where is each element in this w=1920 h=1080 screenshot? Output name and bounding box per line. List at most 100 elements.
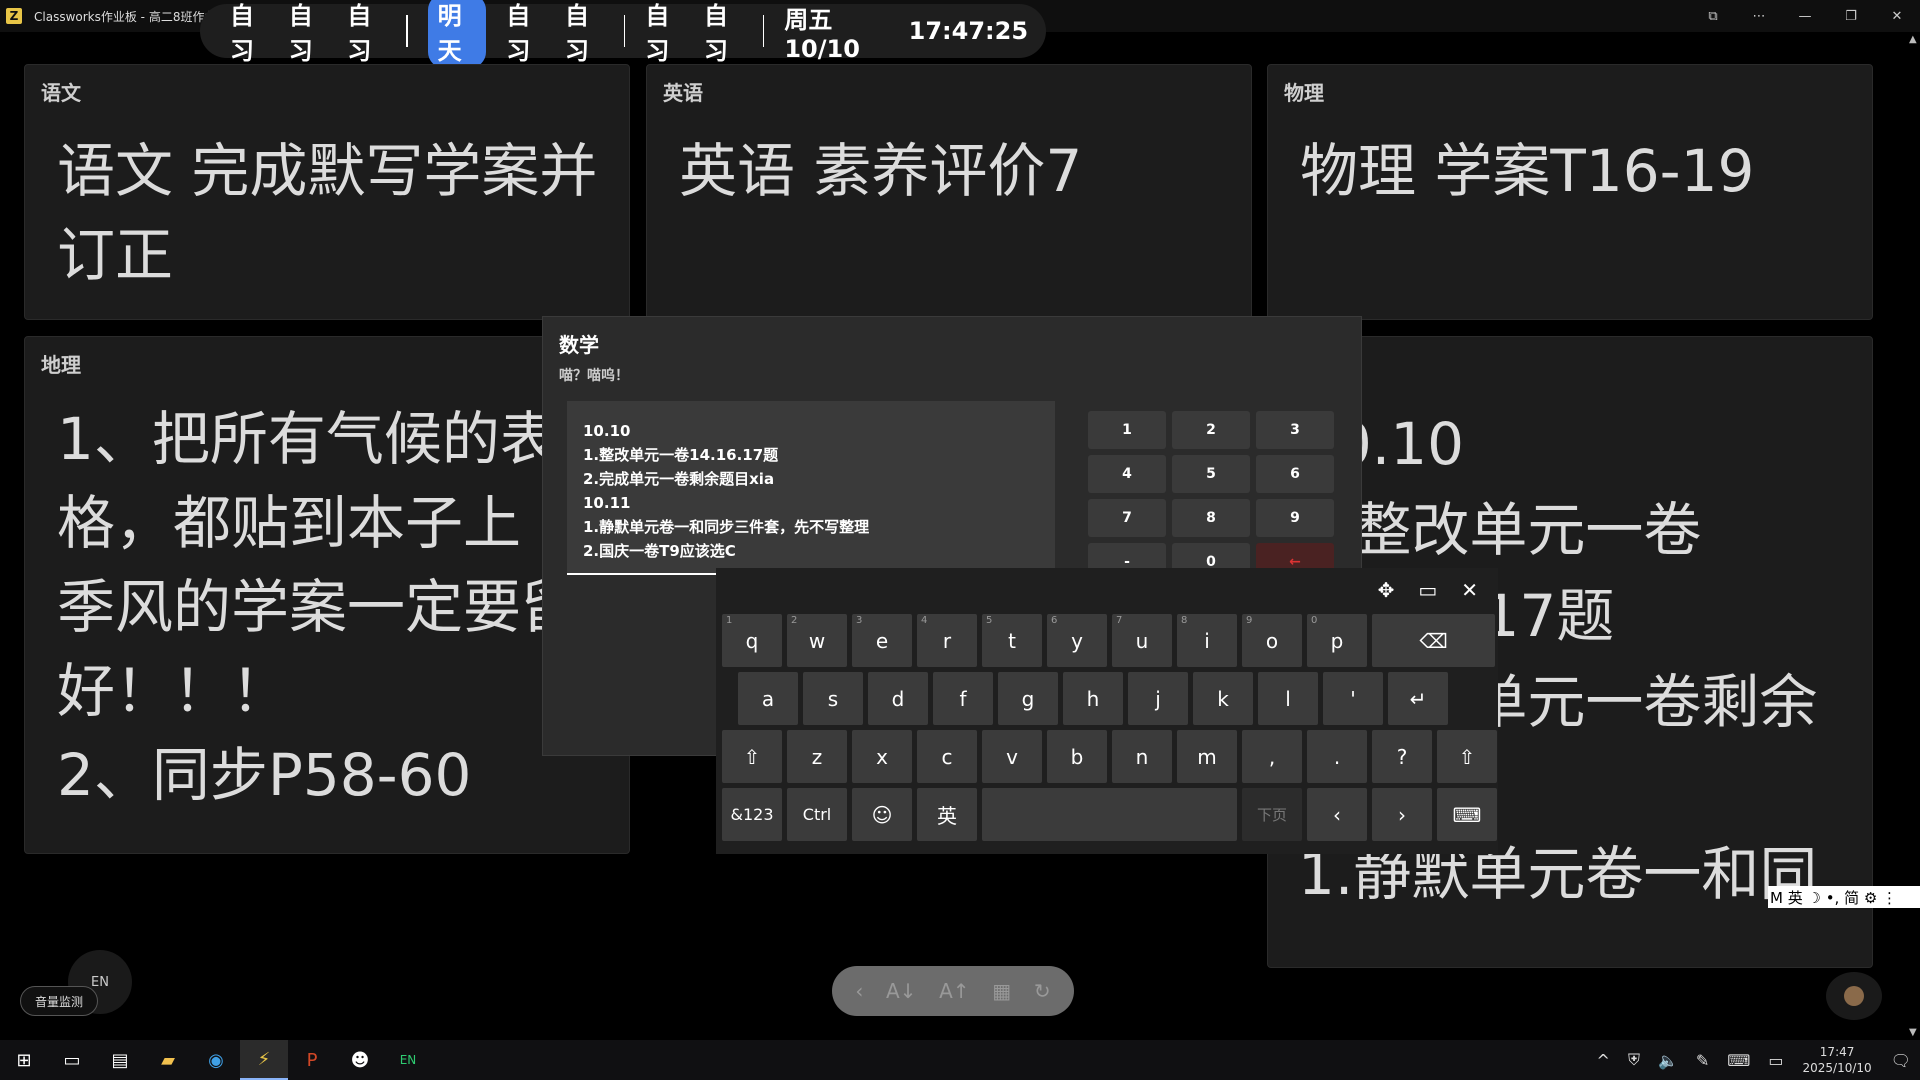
letter-key[interactable]: ' bbox=[1323, 672, 1383, 725]
homework-textarea[interactable]: 10.10 1.整改单元一卷14.16.17题 2.完成单元一卷剩余题目xia … bbox=[567, 401, 1055, 575]
taskbar-clock[interactable]: 17:47 2025/10/10 bbox=[1803, 1044, 1872, 1076]
letter-key[interactable]: k bbox=[1193, 672, 1253, 725]
letter-key[interactable]: 6y bbox=[1047, 614, 1107, 667]
chevron-up-icon[interactable]: ^ bbox=[1597, 1051, 1610, 1070]
numpad-key[interactable]: 4 bbox=[1088, 455, 1166, 493]
letter-key[interactable]: j bbox=[1128, 672, 1188, 725]
scroll-down-icon[interactable]: ▼ bbox=[1909, 1027, 1917, 1038]
numpad-key[interactable]: 3 bbox=[1256, 411, 1334, 449]
key-label: ⇧ bbox=[743, 744, 761, 769]
numpad-key[interactable]: 6 bbox=[1256, 455, 1334, 493]
shift-icon[interactable]: ⇧ bbox=[1437, 730, 1497, 783]
letter-key[interactable]: b bbox=[1047, 730, 1107, 783]
key-label: ' bbox=[1350, 686, 1356, 711]
ctrl-key[interactable]: Ctrl bbox=[787, 788, 847, 841]
qq-icon[interactable]: ☻ bbox=[336, 1040, 384, 1080]
scrollbar[interactable]: ▲ ▼ bbox=[1906, 32, 1920, 1040]
letter-key[interactable]: h bbox=[1063, 672, 1123, 725]
ime-status-bar[interactable]: M 英 ☽ •, 简 ⚙ ⋮ bbox=[1768, 886, 1920, 908]
notification-icon[interactable]: 🗨 bbox=[1891, 1051, 1911, 1070]
start-icon[interactable]: ⊞ bbox=[0, 1040, 48, 1080]
powerpoint-icon[interactable]: P bbox=[288, 1040, 336, 1080]
layout-icon[interactable]: ▭ bbox=[1418, 578, 1437, 602]
letter-key[interactable]: 0p bbox=[1307, 614, 1367, 667]
letter-key[interactable]: f bbox=[933, 672, 993, 725]
letter-key[interactable]: a bbox=[738, 672, 798, 725]
display-icon[interactable]: ▭ bbox=[1768, 1051, 1783, 1070]
symbols-key[interactable]: &123 bbox=[722, 788, 782, 841]
letter-key[interactable]: z bbox=[787, 730, 847, 783]
right-arrow-icon[interactable]: › bbox=[1372, 788, 1432, 841]
homework-card-geography[interactable]: 地理 1、把所有气候的表格，都贴到本子上 季风的学案一定要留好！！！ 2、同步P… bbox=[24, 336, 630, 854]
backspace-icon[interactable]: ⌫ bbox=[1372, 614, 1495, 667]
letter-key[interactable]: 1q bbox=[722, 614, 782, 667]
letter-key[interactable]: 9o bbox=[1242, 614, 1302, 667]
space-key[interactable] bbox=[982, 788, 1237, 841]
homework-card-english[interactable]: 英语 英语 素养评价7 bbox=[646, 64, 1252, 320]
classworks-icon[interactable]: ⚡ bbox=[240, 1040, 288, 1080]
homework-card-physics[interactable]: 物理 物理 学案T16-19 bbox=[1267, 64, 1873, 320]
card-content: 语文 完成默写学案并订正 bbox=[57, 137, 598, 289]
keyboard-icon[interactable]: ⌨ bbox=[1437, 788, 1497, 841]
close-button[interactable]: ✕ bbox=[1874, 0, 1920, 32]
avatar[interactable] bbox=[1826, 972, 1882, 1020]
volume-icon[interactable]: 🔈 bbox=[1658, 1051, 1678, 1070]
letter-key[interactable]: l bbox=[1258, 672, 1318, 725]
numpad-key[interactable]: 5 bbox=[1172, 455, 1250, 493]
letter-key[interactable]: 7u bbox=[1112, 614, 1172, 667]
font-decrease-icon[interactable]: A↓ bbox=[886, 979, 916, 1003]
homework-card-chinese[interactable]: 语文 语文 完成默写学案并订正 bbox=[24, 64, 630, 320]
language-key[interactable]: 英 bbox=[917, 788, 977, 841]
letter-key[interactable]: . bbox=[1307, 730, 1367, 783]
emoji-icon[interactable]: ☺ bbox=[852, 788, 912, 841]
letter-key[interactable]: c bbox=[917, 730, 977, 783]
numpad-key[interactable]: 7 bbox=[1088, 499, 1166, 537]
letter-key[interactable]: x bbox=[852, 730, 912, 783]
app-icon[interactable]: ▤ bbox=[96, 1040, 144, 1080]
security-icon[interactable]: ⛨ bbox=[1628, 1050, 1640, 1070]
letter-key[interactable]: 3e bbox=[852, 614, 912, 667]
shift-icon[interactable]: ⇧ bbox=[722, 730, 782, 783]
scroll-up-icon[interactable]: ▲ bbox=[1909, 34, 1917, 45]
folder-icon[interactable]: ▰ bbox=[144, 1040, 192, 1080]
letter-key[interactable]: 5t bbox=[982, 614, 1042, 667]
move-icon[interactable]: ✥ bbox=[1378, 578, 1395, 602]
numpad-key[interactable]: 8 bbox=[1172, 499, 1250, 537]
more-icon[interactable]: ⋯ bbox=[1736, 0, 1782, 32]
left-arrow-icon[interactable]: ‹ bbox=[1307, 788, 1367, 841]
refresh-icon[interactable]: ↻ bbox=[1034, 979, 1051, 1003]
letter-key[interactable]: g bbox=[998, 672, 1058, 725]
keyboard-tray-icon[interactable]: ⌨ bbox=[1727, 1051, 1750, 1070]
key-label: u bbox=[1135, 628, 1149, 653]
letter-key[interactable]: v bbox=[982, 730, 1042, 783]
key-label: g bbox=[1021, 686, 1035, 711]
pen-icon[interactable]: ✎ bbox=[1696, 1051, 1709, 1070]
en-app-icon[interactable]: EN bbox=[384, 1040, 432, 1080]
close-icon[interactable]: ✕ bbox=[1461, 578, 1478, 602]
edge-icon[interactable]: ◉ bbox=[192, 1040, 240, 1080]
back-icon[interactable]: ‹ bbox=[855, 979, 863, 1003]
letter-key[interactable]: m bbox=[1177, 730, 1237, 783]
volume-monitor-button[interactable]: 音量监测 bbox=[20, 986, 98, 1016]
enter-icon[interactable]: ↵ bbox=[1388, 672, 1448, 725]
font-increase-icon[interactable]: A↑ bbox=[939, 979, 969, 1003]
numpad-key[interactable]: 1 bbox=[1088, 411, 1166, 449]
letter-key[interactable]: 4r bbox=[917, 614, 977, 667]
numpad-key[interactable]: 2 bbox=[1172, 411, 1250, 449]
numpad-key[interactable]: 9 bbox=[1256, 499, 1334, 537]
next-page-key[interactable]: 下页 bbox=[1242, 788, 1302, 841]
letter-key[interactable]: s bbox=[803, 672, 863, 725]
minimize-button[interactable]: — bbox=[1782, 0, 1828, 32]
letter-key[interactable]: 8i bbox=[1177, 614, 1237, 667]
key-label: h bbox=[1086, 686, 1100, 711]
letter-key[interactable]: d bbox=[868, 672, 928, 725]
maximize-button[interactable]: ❐ bbox=[1828, 0, 1874, 32]
letter-key[interactable]: 2w bbox=[787, 614, 847, 667]
task-view-icon[interactable]: ▭ bbox=[48, 1040, 96, 1080]
letter-key[interactable]: , bbox=[1242, 730, 1302, 783]
calendar-icon[interactable]: ▦ bbox=[992, 979, 1011, 1003]
letter-key[interactable]: n bbox=[1112, 730, 1172, 783]
letter-key[interactable]: ? bbox=[1372, 730, 1432, 783]
schedule-slot: 自习 bbox=[347, 2, 372, 65]
cast-icon[interactable]: ⧉ bbox=[1690, 0, 1736, 32]
